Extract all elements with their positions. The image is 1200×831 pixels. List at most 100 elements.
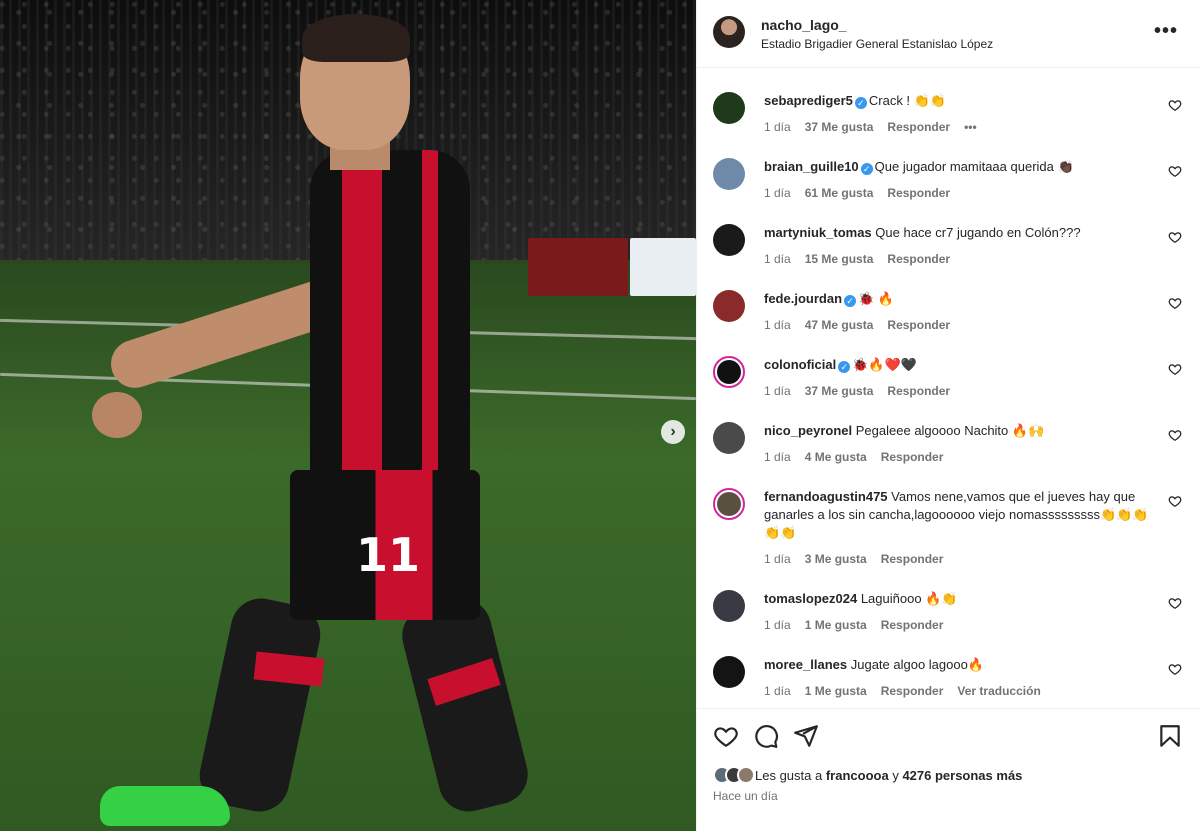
comment-username[interactable]: fede.jourdan <box>764 291 842 306</box>
commenter-avatar[interactable] <box>713 158 745 190</box>
comment-options-icon[interactable]: ••• <box>964 120 977 134</box>
post-photo[interactable]: 11 › <box>0 0 696 831</box>
comment-username[interactable]: moree_llanes <box>764 657 847 672</box>
likes-count[interactable]: 4276 personas más <box>902 768 1022 783</box>
comment-like-icon[interactable] <box>1168 230 1182 244</box>
comment-username[interactable]: fernandoagustin475 <box>764 489 888 504</box>
author-username[interactable]: nacho_lago_ <box>761 17 847 33</box>
liker-avatars <box>713 766 755 784</box>
commenter-avatar[interactable] <box>713 356 745 388</box>
comment-body: sebaprediger5 ✓ Crack ! 👏👏 1 día 37 Me gusta… <box>764 92 1159 136</box>
commenter-avatar[interactable] <box>713 290 745 322</box>
comment-meta: 1 día 61 Me gusta Responder <box>764 184 1159 202</box>
comment-body: tomaslopez024 Laguiñooo 🔥👏 1 día 1 Me gust… <box>764 590 1159 634</box>
comment-like-icon[interactable] <box>1168 362 1182 376</box>
verified-badge-icon: ✓ <box>838 361 851 373</box>
comment-username[interactable]: colonoficial <box>764 357 836 372</box>
reply-button[interactable]: Responder <box>881 618 944 632</box>
likes-prefix: Les gusta a <box>755 767 823 783</box>
comment-text: Crack ! 👏👏 <box>868 93 947 108</box>
verified-badge-icon: ✓ <box>844 295 857 307</box>
comment-likes[interactable]: 1 Me gusta <box>805 684 867 698</box>
comment-meta: 1 día 47 Me gusta Responder <box>764 316 1159 334</box>
likes-user[interactable]: francoooa <box>826 768 889 783</box>
comment-likes[interactable]: 15 Me gusta <box>805 252 874 266</box>
comment-body: fede.jourdan ✓ 🐞 🔥 1 día 47 Me gusta Responde… <box>764 290 1159 334</box>
comment-time: 1 día <box>764 318 791 332</box>
reply-button[interactable]: Responder <box>887 318 950 332</box>
comment-username[interactable]: nico_peyronel <box>764 423 852 438</box>
jersey-number: 11 <box>356 528 421 582</box>
comment-likes[interactable]: 4 Me gusta <box>805 450 867 464</box>
reply-button[interactable]: Responder <box>881 450 944 464</box>
commenter-avatar[interactable] <box>713 590 745 622</box>
comment-username[interactable]: sebaprediger5 <box>764 93 853 108</box>
comment-meta: 1 día 1 Me gusta Responder <box>764 616 1159 634</box>
commenter-avatar[interactable] <box>713 422 745 454</box>
comment-meta: 1 día 15 Me gusta Responder <box>764 250 1159 268</box>
comment-time: 1 día <box>764 552 791 566</box>
commenter-avatar[interactable] <box>713 656 745 688</box>
verified-badge-icon: ✓ <box>860 163 873 175</box>
comment-body: colonoficial ✓ 🐞🔥❤️🖤 1 día 37 Me gusta Respon… <box>764 356 1159 400</box>
comment-likes[interactable]: 37 Me gusta <box>805 120 874 134</box>
comment-time: 1 día <box>764 120 791 134</box>
post-location[interactable]: Estadio Brigadier General Estanislao Lóp… <box>761 37 993 51</box>
commenter-avatar[interactable] <box>713 488 745 520</box>
comment-like-icon[interactable] <box>1168 98 1182 112</box>
comments-list: sebaprediger5 ✓ Crack ! 👏👏 1 día 37 Me gusta… <box>697 70 1200 708</box>
comment-time: 1 día <box>764 450 791 464</box>
post-sidebar: nacho_lago_ Estadio Brigadier General Es… <box>696 0 1200 831</box>
verified-badge-icon: ✓ <box>854 97 867 109</box>
comment-username[interactable]: martyniuk_tomas <box>764 225 872 240</box>
comment-like-icon[interactable] <box>1168 662 1182 676</box>
reply-button[interactable]: Responder <box>887 120 950 134</box>
reply-button[interactable]: Responder <box>887 252 950 266</box>
comment-likes[interactable]: 3 Me gusta <box>805 552 867 566</box>
comment-likes[interactable]: 1 Me gusta <box>805 618 867 632</box>
share-icon[interactable] <box>793 723 819 749</box>
comment-text: Que hace cr7 jugando en Colón??? <box>875 225 1081 240</box>
comment-text: 🐞 🔥 <box>858 291 895 306</box>
comment-meta: 1 día 1 Me gusta Responder Ver traducción <box>764 682 1159 700</box>
comment-meta: 1 día 3 Me gusta Responder <box>764 550 1159 568</box>
likes-summary[interactable]: Les gusta a francoooa y 4276 personas má… <box>713 765 1022 785</box>
comment-like-icon[interactable] <box>1168 428 1182 442</box>
reply-button[interactable]: Responder <box>881 684 944 698</box>
comment-time: 1 día <box>764 618 791 632</box>
reply-button[interactable]: Responder <box>881 552 944 566</box>
comment-likes[interactable]: 61 Me gusta <box>805 186 874 200</box>
comment-username[interactable]: tomaslopez024 <box>764 591 857 606</box>
comment-text: Que jugador mamitaaa querida 👏🏿 <box>874 159 1074 174</box>
more-options-icon[interactable]: ••• <box>1154 20 1178 43</box>
comment-likes[interactable]: 47 Me gusta <box>805 318 874 332</box>
comment-meta: 1 día 37 Me gusta Responder ••• <box>764 118 1159 136</box>
chevron-right-icon: › <box>670 423 676 440</box>
reply-button[interactable]: Responder <box>887 384 950 398</box>
comment-body: braian_guille10 ✓ Que jugador mamitaaa que… <box>764 158 1159 202</box>
like-icon[interactable] <box>713 723 739 749</box>
author-avatar[interactable] <box>713 16 745 48</box>
reply-button[interactable]: Responder <box>887 186 950 200</box>
comment-username[interactable]: braian_guille10 <box>764 159 859 174</box>
comment-meta: 1 día 37 Me gusta Responder <box>764 382 1159 400</box>
save-bookmark-icon[interactable] <box>1157 723 1183 749</box>
comment-body: fernandoagustin475 Vamos nene,vamos que … <box>764 488 1159 568</box>
comment-icon[interactable] <box>753 723 779 749</box>
comment-likes[interactable]: 37 Me gusta <box>805 384 874 398</box>
comment-like-icon[interactable] <box>1168 296 1182 310</box>
player-figure: 11 <box>0 0 696 831</box>
comment-time: 1 día <box>764 684 791 698</box>
comment-meta: 1 día 4 Me gusta Responder <box>764 448 1159 466</box>
commenter-avatar[interactable] <box>713 92 745 124</box>
comment-like-icon[interactable] <box>1168 596 1182 610</box>
see-translation-link[interactable]: Ver traducción <box>957 684 1040 698</box>
comment-text: Jugate algoo lagooo🔥 <box>850 657 985 672</box>
comment-like-icon[interactable] <box>1168 494 1182 508</box>
next-photo-button[interactable]: › <box>661 420 685 444</box>
comment-time: 1 día <box>764 252 791 266</box>
comment-like-icon[interactable] <box>1168 164 1182 178</box>
post-time: Hace un día <box>713 789 778 803</box>
commenter-avatar[interactable] <box>713 224 745 256</box>
post-header: nacho_lago_ Estadio Brigadier General Es… <box>697 0 1200 68</box>
